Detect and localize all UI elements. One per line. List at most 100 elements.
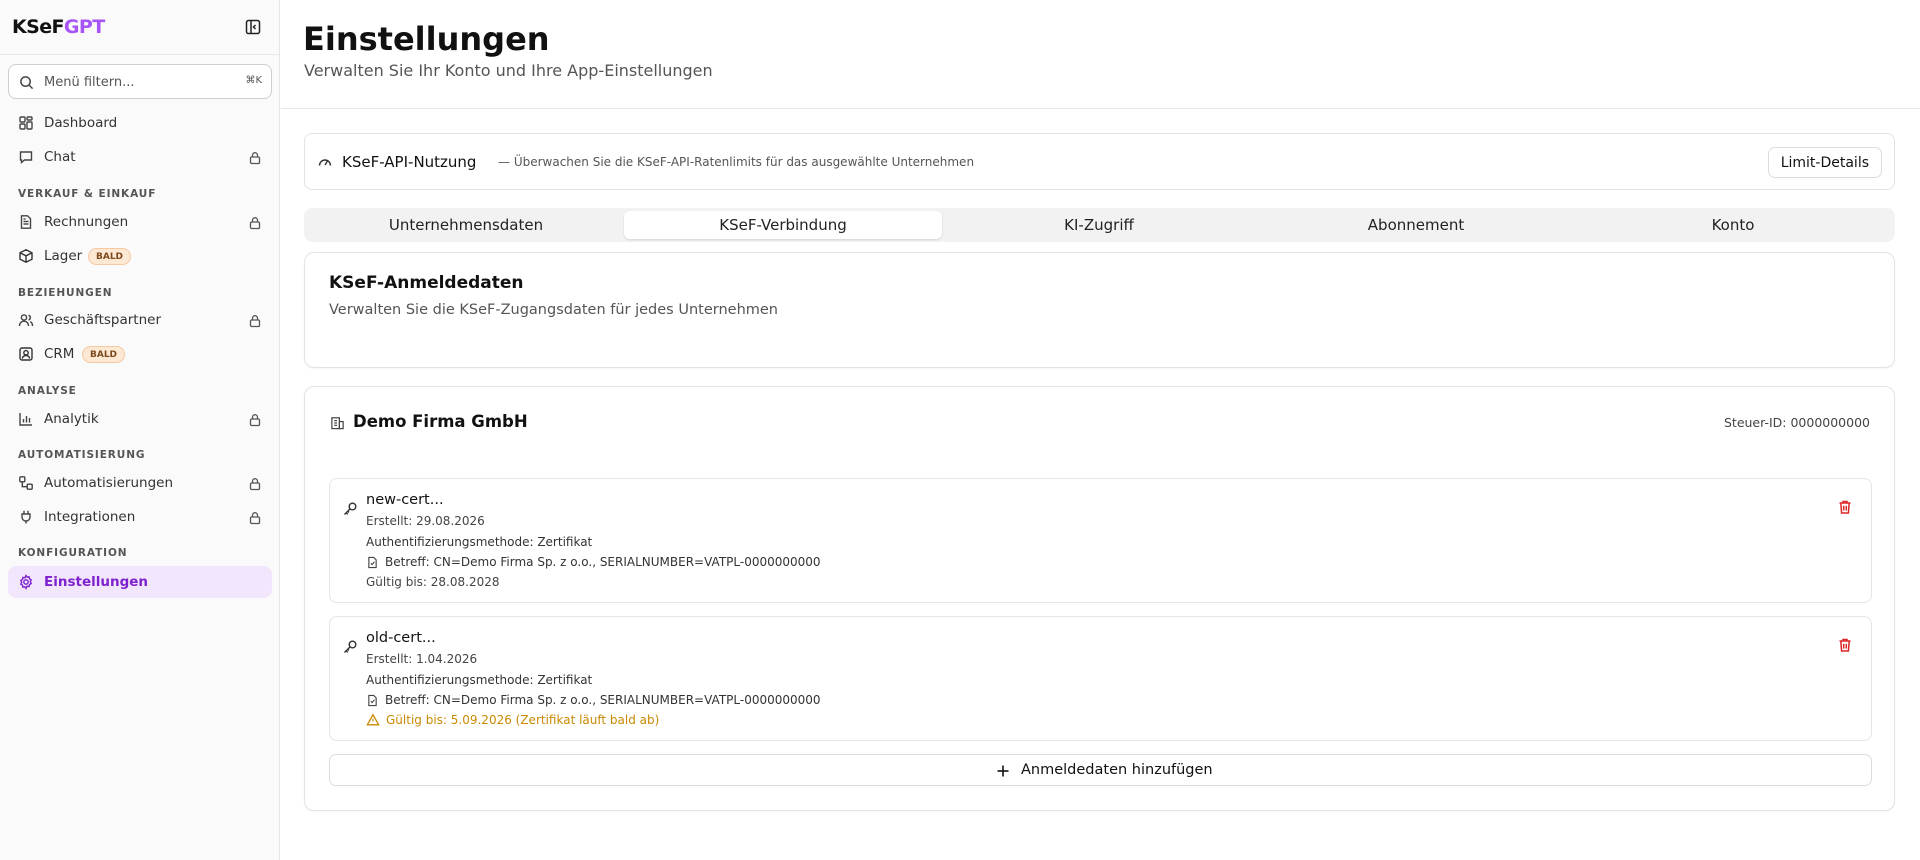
credential-name: old-cert... xyxy=(366,630,436,646)
main-content: Einstellungen Verwalten Sie Ihr Konto un… xyxy=(281,0,1920,860)
add-credentials-label: Anmeldedaten hinzufügen xyxy=(1021,762,1213,778)
lock-icon xyxy=(248,215,262,230)
settings-tabs: Unternehmensdaten KSeF-Verbindung KI-Zug… xyxy=(304,208,1895,242)
company-name: Demo Firma GmbH xyxy=(353,412,528,431)
section-heading-relations: BEZIEHUNGEN xyxy=(18,287,113,299)
card-title: KSeF-Anmeldedaten xyxy=(329,273,524,293)
sidebar-item-label: Lager xyxy=(44,248,83,264)
section-heading-automation: AUTOMATISIERUNG xyxy=(18,449,146,461)
sidebar-item-invoices[interactable]: Rechnungen xyxy=(8,206,272,238)
gear-icon xyxy=(18,574,34,590)
plus-icon xyxy=(996,763,1010,782)
search-icon xyxy=(20,76,34,90)
warning-icon xyxy=(366,713,380,726)
tax-id: Steuer-ID: 0000000000 xyxy=(1723,415,1870,430)
credential-valid-until: Gültig bis: 28.08.2028 xyxy=(366,575,500,589)
page-subtitle: Verwalten Sie Ihr Konto und Ihre App-Ein… xyxy=(304,61,713,80)
credential-created: Erstellt: 1.04.2026 xyxy=(366,652,478,666)
tab-subscription[interactable]: Abonnement xyxy=(1257,211,1575,239)
sidebar-item-label: Geschäftspartner xyxy=(44,312,161,328)
credential-subject-text: Betreff: CN=Demo Firma Sp. z o.o., SERIA… xyxy=(385,555,821,569)
sidebar-item-label: Automatisierungen xyxy=(44,475,173,491)
api-usage-bar: KSeF-API-Nutzung — Überwachen Sie die KS… xyxy=(304,133,1895,190)
sidebar-item-label: Integrationen xyxy=(44,509,136,525)
credential-item: new-cert... Erstellt: 29.08.2026 Authent… xyxy=(329,478,1872,603)
api-usage-description: — Überwachen Sie die KSeF-API-Ratenlimit… xyxy=(498,155,975,169)
credential-name: new-cert... xyxy=(366,492,444,508)
logo-main: KSeF xyxy=(12,16,64,38)
credentials-header-card: KSeF-Anmeldedaten Verwalten Sie die KSeF… xyxy=(304,252,1895,368)
credential-subject: Betreff: CN=Demo Firma Sp. z o.o., SERIA… xyxy=(366,693,821,707)
credential-method: Authentifizierungsmethode: Zertifikat xyxy=(366,535,593,549)
sidebar-item-dashboard[interactable]: Dashboard xyxy=(8,107,272,139)
chart-icon xyxy=(18,411,34,427)
page-title: Einstellungen xyxy=(303,20,550,58)
lock-icon xyxy=(248,476,262,491)
credential-created: Erstellt: 29.08.2026 xyxy=(366,514,485,528)
invoice-icon xyxy=(18,214,34,230)
lock-icon xyxy=(248,510,262,525)
limit-details-button[interactable]: Limit-Details xyxy=(1767,147,1882,178)
logo-accent: GPT xyxy=(63,16,105,38)
credential-item: old-cert... Erstellt: 1.04.2026 Authenti… xyxy=(329,616,1872,741)
section-heading-configuration: KONFIGURATION xyxy=(18,547,128,559)
users-icon xyxy=(18,312,34,328)
lock-icon xyxy=(248,313,262,328)
menu-filter-search[interactable]: ⌘K xyxy=(8,64,272,99)
search-input[interactable] xyxy=(44,72,234,92)
app-logo[interactable]: KSeFGPT xyxy=(12,16,105,38)
sidebar-item-chat[interactable]: Chat xyxy=(8,141,272,173)
tab-ksef-connection[interactable]: KSeF-Verbindung xyxy=(624,211,942,239)
tab-company-data[interactable]: Unternehmensdaten xyxy=(307,211,625,239)
card-subtitle: Verwalten Sie die KSeF-Zugangsdaten für … xyxy=(329,302,778,318)
tab-account[interactable]: Konto xyxy=(1574,211,1892,239)
gauge-icon xyxy=(317,154,333,174)
sidebar-item-label: Einstellungen xyxy=(44,574,149,590)
company-credentials-card: Demo Firma GmbH Steuer-ID: 0000000000 ne… xyxy=(304,386,1895,811)
sidebar-item-settings[interactable]: Einstellungen xyxy=(8,566,272,598)
credential-valid-until-warning: Gültig bis: 5.09.2026 (Zertifikat läuft … xyxy=(366,713,659,727)
tab-ai-access[interactable]: KI-Zugriff xyxy=(940,211,1258,239)
box-icon xyxy=(18,248,34,264)
credential-valid-text: Gültig bis: 5.09.2026 (Zertifikat läuft … xyxy=(386,713,660,727)
sidebar-item-label: Chat xyxy=(44,149,76,165)
sidebar-item-label: CRM xyxy=(44,346,75,362)
certificate-file-icon xyxy=(368,556,377,569)
sidebar: KSeFGPT ⌘K Dashboard Chat VERKAUF & EINK… xyxy=(0,0,280,860)
coming-soon-badge: BALD xyxy=(82,346,126,363)
section-heading-sales: VERKAUF & EINKAUF xyxy=(18,188,157,200)
certificate-file-icon xyxy=(368,694,377,707)
api-usage-title: KSeF-API-Nutzung xyxy=(342,153,477,171)
plug-icon xyxy=(18,509,34,525)
sidebar-toggle-icon[interactable] xyxy=(245,19,261,35)
sidebar-item-business-partners[interactable]: Geschäftspartner xyxy=(8,304,272,336)
coming-soon-badge: BALD xyxy=(88,248,132,265)
chat-icon xyxy=(18,149,34,165)
dashboard-icon xyxy=(18,115,34,131)
sidebar-item-automations[interactable]: Automatisierungen xyxy=(8,467,272,499)
building-icon xyxy=(330,415,345,434)
delete-credential-icon[interactable] xyxy=(1837,637,1853,657)
sidebar-item-inventory[interactable]: Lager BALD xyxy=(8,240,272,272)
key-icon xyxy=(342,501,358,521)
credential-subject-text: Betreff: CN=Demo Firma Sp. z o.o., SERIA… xyxy=(385,693,821,707)
sidebar-item-integrations[interactable]: Integrationen xyxy=(8,501,272,533)
sidebar-item-analytics[interactable]: Analytik xyxy=(8,403,272,435)
contact-icon xyxy=(18,346,34,362)
sidebar-header: KSeFGPT xyxy=(0,0,279,55)
sidebar-item-label: Analytik xyxy=(44,411,99,427)
sidebar-item-crm[interactable]: CRM BALD xyxy=(8,338,272,370)
credential-subject: Betreff: CN=Demo Firma Sp. z o.o., SERIA… xyxy=(366,555,821,569)
search-shortcut: ⌘K xyxy=(245,75,262,86)
credential-method: Authentifizierungsmethode: Zertifikat xyxy=(366,673,593,687)
workflow-icon xyxy=(18,475,34,491)
sidebar-item-label: Rechnungen xyxy=(44,214,129,230)
lock-icon xyxy=(248,412,262,427)
section-heading-analysis: ANALYSE xyxy=(18,385,77,397)
sidebar-item-label: Dashboard xyxy=(44,115,118,131)
header-divider xyxy=(281,108,1920,109)
lock-icon xyxy=(248,150,262,165)
delete-credential-icon[interactable] xyxy=(1837,499,1853,519)
add-credentials-button[interactable]: Anmeldedaten hinzufügen xyxy=(329,754,1872,786)
key-icon xyxy=(342,639,358,659)
